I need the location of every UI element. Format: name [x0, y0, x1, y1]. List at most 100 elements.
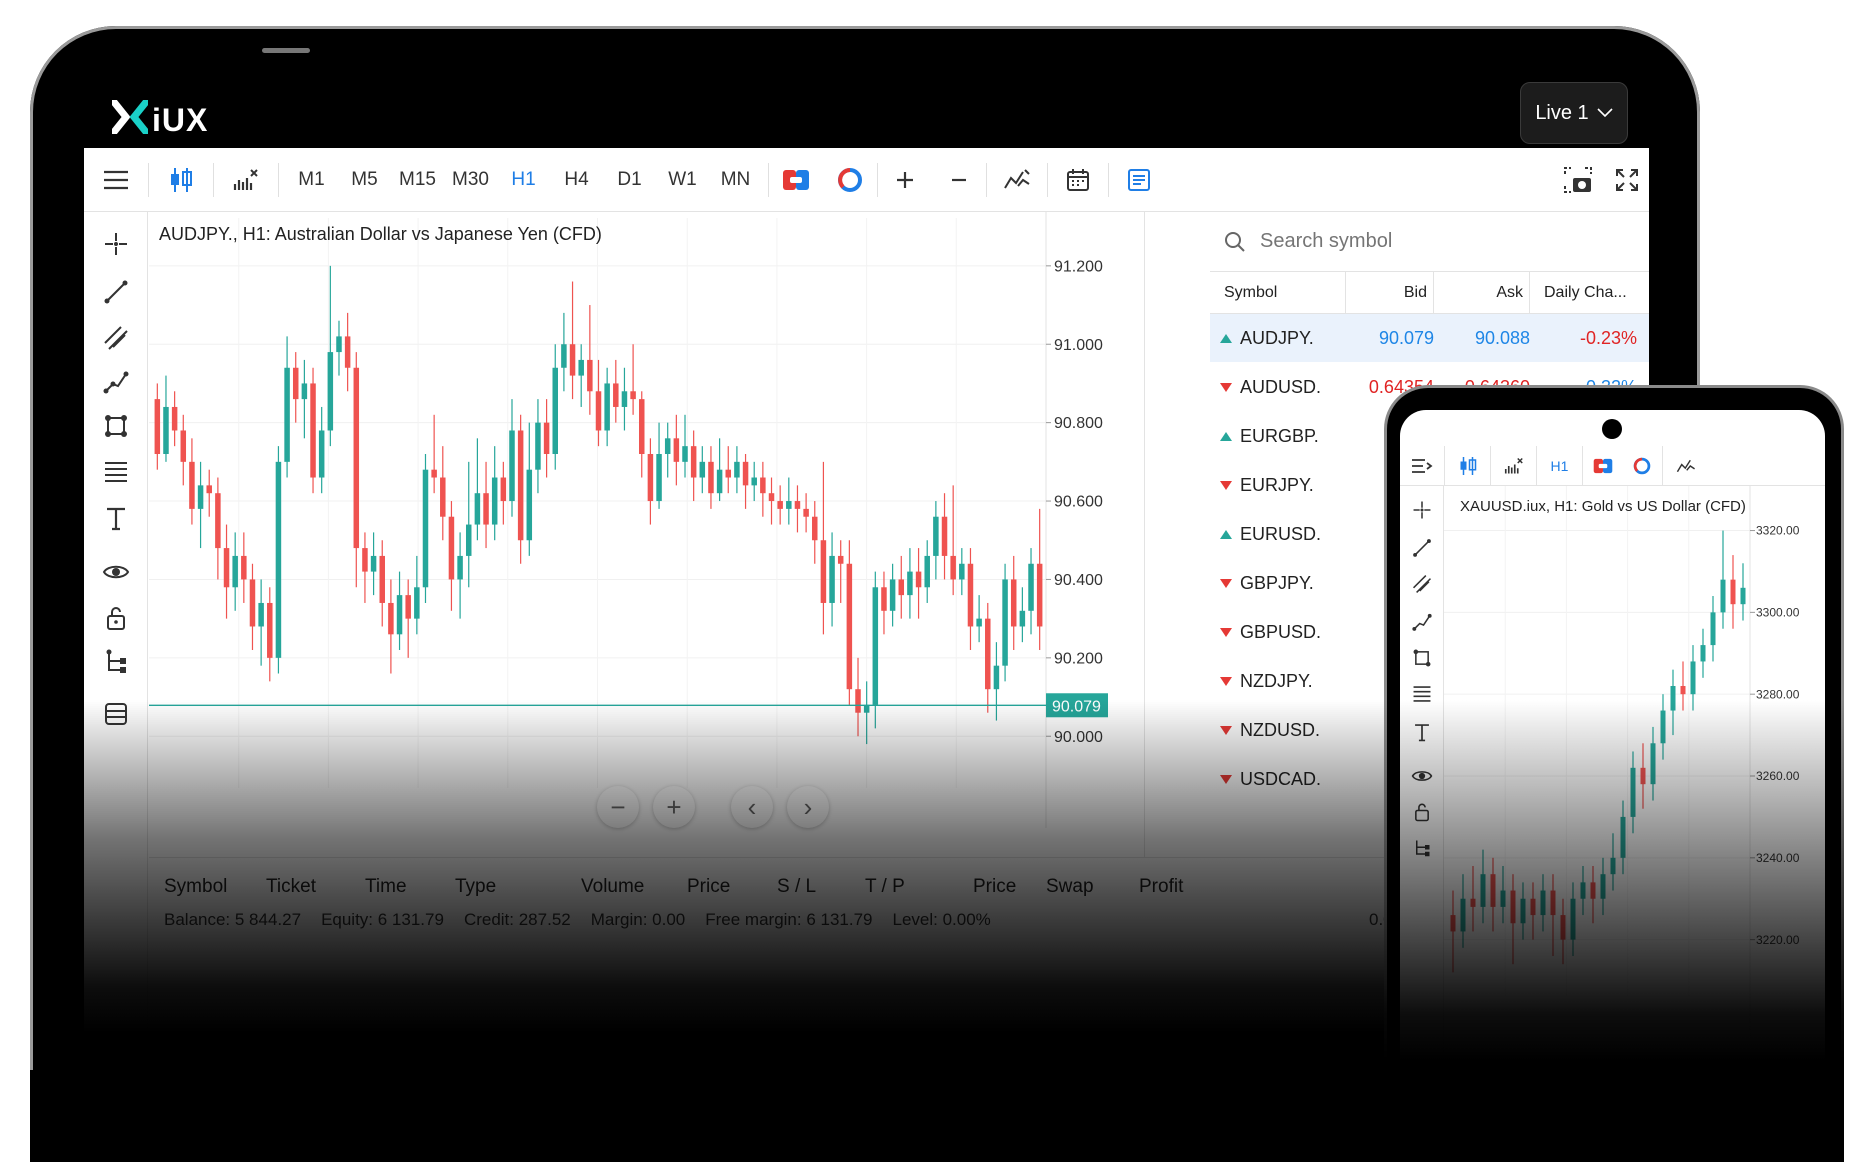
- zoom-out-button[interactable]: [932, 148, 986, 212]
- indicators-button[interactable]: [214, 148, 278, 212]
- phone-timeframe-h1[interactable]: H1: [1536, 445, 1582, 486]
- trade-col-symbol[interactable]: Symbol: [164, 876, 227, 898]
- chart-zoom-in-button[interactable]: +: [653, 786, 695, 828]
- trade-col-tp[interactable]: T / P: [865, 876, 905, 898]
- indicators-icon: [233, 168, 258, 190]
- trade-col-price[interactable]: Price: [687, 876, 730, 898]
- visibility-tool[interactable]: [98, 554, 134, 590]
- phone-channel-tool[interactable]: [1410, 572, 1434, 596]
- chart-scroll-left-button[interactable]: ‹: [731, 786, 773, 828]
- menu-button[interactable]: [84, 148, 148, 212]
- trendline-tool[interactable]: [98, 274, 134, 310]
- phone-crosshair-tool[interactable]: [1410, 498, 1434, 522]
- trade-col-current-price[interactable]: Price: [973, 876, 1016, 898]
- news-button[interactable]: [1109, 148, 1169, 212]
- crosshair-icon: [105, 233, 127, 255]
- y-tick-label: 90.600: [1054, 494, 1103, 511]
- candle-body: [344, 336, 351, 368]
- timeframe-h4[interactable]: H4: [550, 148, 603, 212]
- candle-body: [448, 516, 455, 580]
- watchlist-row[interactable]: AUDJPY. 90.079 90.088 -0.23%: [1210, 314, 1649, 362]
- phone-shapes-tool[interactable]: [1410, 646, 1434, 670]
- polyline-tool[interactable]: [98, 364, 134, 400]
- one-click-trading-button[interactable]: [769, 148, 823, 212]
- candle-body: [1700, 645, 1706, 662]
- fibonacci-tool[interactable]: [98, 454, 134, 490]
- phone-candlestick-chart[interactable]: 3320.00 3300.00 3280.00 3260.00 3240.00 3220.…: [1444, 486, 1825, 1080]
- phone-chart-type-button[interactable]: [1444, 445, 1490, 486]
- polyline-icon: [103, 371, 129, 394]
- brand-logo: iUX: [110, 98, 208, 141]
- rectangle-icon: [1413, 649, 1431, 667]
- lock-icon: [107, 607, 125, 630]
- timeframe-m15[interactable]: M15: [391, 148, 444, 212]
- chart-type-button[interactable]: [149, 148, 213, 212]
- search-input[interactable]: [1260, 230, 1560, 253]
- watchlist-symbol-cell: AUDUSD.: [1210, 377, 1346, 398]
- phone-menu-button[interactable]: [1400, 446, 1444, 486]
- timeframe-d1[interactable]: D1: [603, 148, 656, 212]
- chart-zoom-out-button[interactable]: −: [597, 786, 639, 828]
- column-daily-change[interactable]: Daily Cha...: [1530, 272, 1649, 314]
- shapes-tool[interactable]: [98, 408, 134, 444]
- fullscreen-button[interactable]: [1605, 148, 1649, 212]
- phone-text-tool[interactable]: [1410, 720, 1434, 744]
- y-tick-label: 90.800: [1054, 415, 1103, 432]
- timeframe-m5[interactable]: M5: [338, 148, 391, 212]
- objects-button[interactable]: [987, 148, 1047, 212]
- phone-lock-tool[interactable]: [1410, 800, 1434, 824]
- column-symbol[interactable]: Symbol: [1210, 271, 1346, 314]
- candlestick-icon: [171, 167, 192, 192]
- watchlist-symbol: NZDJPY.: [1240, 670, 1313, 691]
- candlestick-chart[interactable]: 91.200 91.000 90.800 90.600 90.400 90.200 90.0…: [149, 212, 1145, 857]
- candle-body: [587, 359, 593, 392]
- candle-body: [933, 516, 939, 556]
- candle-body: [362, 548, 368, 572]
- candle-body: [604, 383, 610, 431]
- candle-body: [1600, 874, 1606, 899]
- lock-tool[interactable]: [98, 600, 134, 636]
- phone-visibility-tool[interactable]: [1410, 764, 1434, 788]
- candle-body: [664, 438, 671, 454]
- timeframe-h1[interactable]: H1: [497, 148, 550, 212]
- phone-objects-button[interactable]: [1662, 445, 1708, 486]
- phone-indicators-button[interactable]: [1490, 445, 1536, 486]
- candle-body: [483, 493, 489, 525]
- phone-one-click-button[interactable]: [1582, 445, 1622, 486]
- phone-fibonacci-tool[interactable]: [1410, 682, 1434, 706]
- timeframe-m1[interactable]: M1: [285, 148, 338, 212]
- column-bid[interactable]: Bid: [1346, 271, 1434, 314]
- trade-col-sl[interactable]: S / L: [777, 876, 816, 898]
- candle-body: [1720, 579, 1726, 613]
- zoom-in-button[interactable]: [878, 148, 932, 212]
- trade-col-swap[interactable]: Swap: [1046, 876, 1094, 898]
- calendar-button[interactable]: [1048, 148, 1108, 212]
- trade-col-time[interactable]: Time: [365, 876, 407, 898]
- chart-area[interactable]: 91.200 91.000 90.800 90.600 90.400 90.200 90.0…: [149, 212, 1145, 857]
- trade-col-volume[interactable]: Volume: [581, 876, 644, 898]
- timeframe-mn[interactable]: MN: [709, 148, 762, 212]
- timeframe-w1[interactable]: W1: [656, 148, 709, 212]
- phone-polyline-tool[interactable]: [1410, 610, 1434, 634]
- trade-col-ticket[interactable]: Ticket: [266, 876, 316, 898]
- channel-tool[interactable]: [98, 320, 134, 356]
- account-selector[interactable]: Live 1: [1520, 82, 1628, 144]
- phone-stats-button[interactable]: [1622, 446, 1662, 486]
- text-tool[interactable]: [98, 500, 134, 536]
- phone-tree-tool[interactable]: [1410, 836, 1434, 860]
- candle-body: [171, 406, 178, 431]
- column-ask[interactable]: Ask: [1434, 271, 1530, 314]
- stats-button[interactable]: [823, 148, 877, 212]
- timeframe-m30[interactable]: M30: [444, 148, 497, 212]
- candle-body: [180, 430, 187, 462]
- crosshair-tool[interactable]: [98, 226, 134, 262]
- chart-scroll-right-button[interactable]: ›: [787, 786, 829, 828]
- phone-trendline-tool[interactable]: [1410, 536, 1434, 560]
- trade-col-profit[interactable]: Profit: [1139, 876, 1183, 898]
- candle-body: [1540, 890, 1546, 916]
- objects-tree-tool[interactable]: [98, 644, 134, 680]
- candle-body: [1530, 898, 1536, 916]
- trade-panel-tool[interactable]: [98, 696, 134, 732]
- trade-col-type[interactable]: Type: [455, 876, 496, 898]
- screenshot-button[interactable]: [1551, 148, 1605, 212]
